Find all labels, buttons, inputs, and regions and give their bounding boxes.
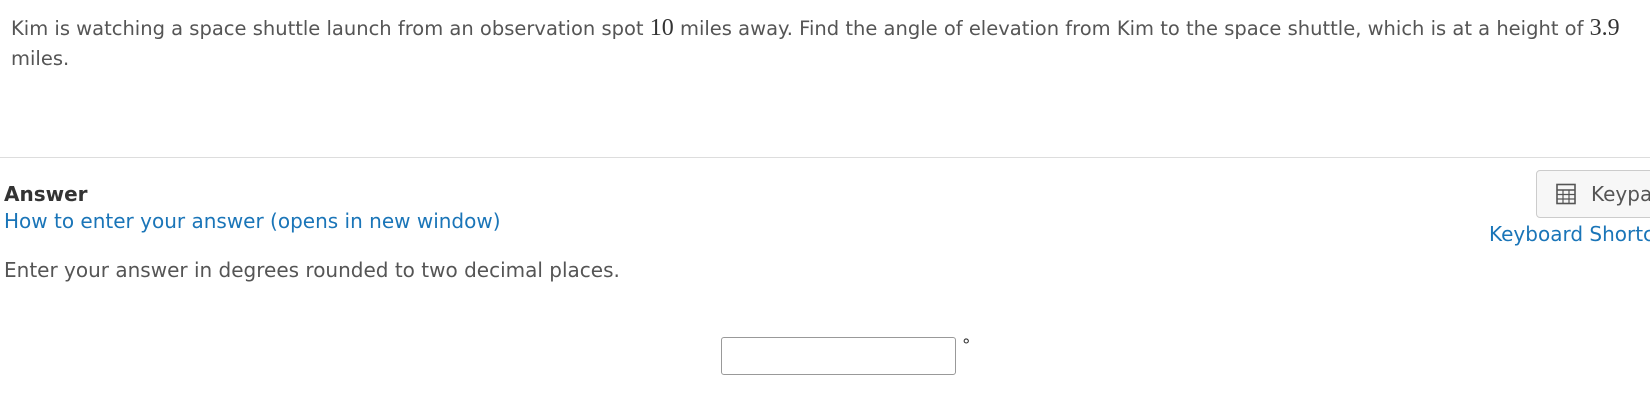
question-text: Kim is watching a space shuttle launch f… [11,13,1641,74]
answer-instruction: Enter your answer in degrees rounded to … [4,258,620,282]
distance-value: 10 [649,15,674,41]
question-part-2: miles away. Find the angle of elevation … [673,17,1590,40]
keypad-label: Keypad [1591,182,1650,206]
section-divider [0,157,1650,158]
help-link[interactable]: How to enter your answer (opens in new w… [4,209,501,233]
answer-input[interactable] [721,337,956,375]
calculator-icon [1555,183,1577,205]
keyboard-shortcuts-link[interactable]: Keyboard Shortcuts [1489,222,1650,246]
answer-heading: Answer [4,182,88,206]
question-part-1: Kim is watching a space shuttle launch f… [11,17,650,40]
keypad-button[interactable]: Keypad [1536,170,1650,218]
question-part-3: miles. [11,47,70,70]
height-value: 3.9 [1589,15,1620,41]
degree-symbol: ° [962,336,971,356]
